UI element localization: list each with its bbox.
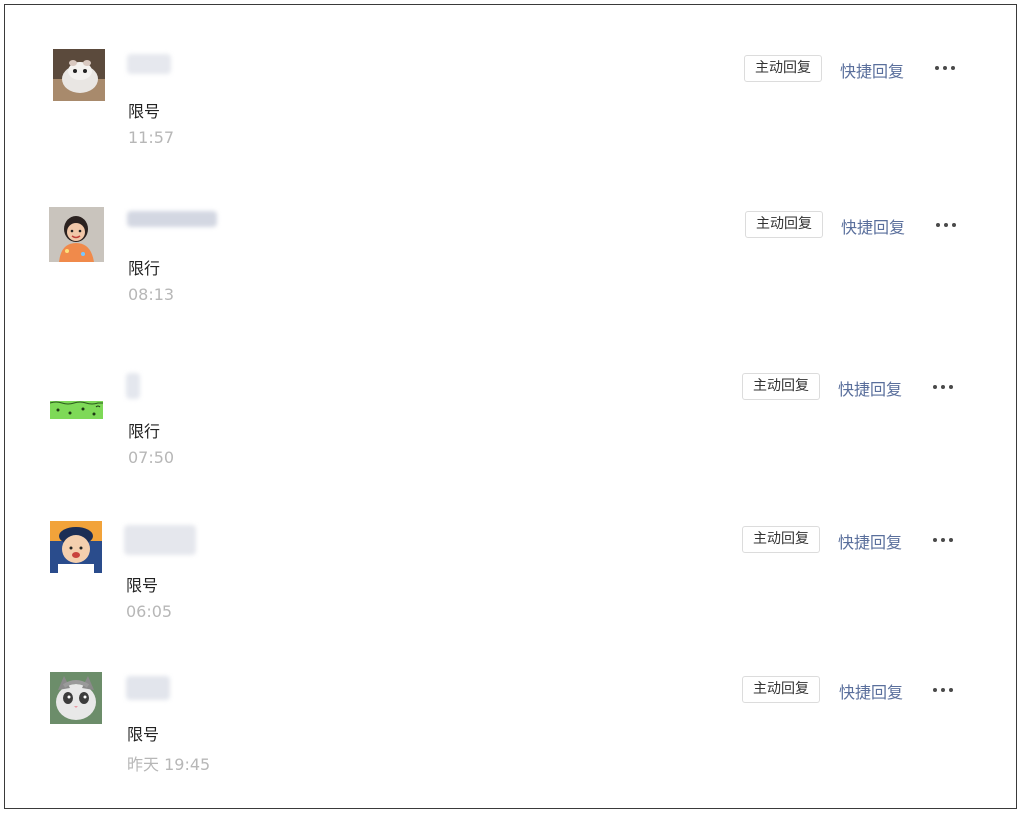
quick-reply-link[interactable]: 快捷回复 (838, 529, 902, 553)
conversation-row[interactable]: 限号 11:57 主动回复 快捷回复 (5, 45, 1018, 165)
contact-name-blurred (127, 211, 217, 227)
last-message: 限号 (126, 576, 159, 595)
message-time: 08:13 (128, 285, 175, 304)
more-dots-icon[interactable] (933, 63, 957, 73)
more-dots-icon[interactable] (931, 685, 955, 695)
cat-avatar-icon (50, 672, 102, 724)
more-dots-icon[interactable] (931, 535, 955, 545)
conversation-row[interactable]: 限行 08:13 主动回复 快捷回复 (5, 203, 1018, 323)
active-reply-button[interactable]: 主动回复 (744, 55, 822, 82)
quick-reply-link[interactable]: 快捷回复 (838, 376, 902, 400)
active-reply-button[interactable]: 主动回复 (742, 676, 820, 703)
conversation-row[interactable]: 限行 07:50 主动回复 快捷回复 (5, 363, 1018, 483)
message-time: 昨天 19:45 (127, 755, 211, 774)
hamster-avatar-icon (53, 49, 105, 101)
contact-name-blurred (124, 525, 196, 555)
contact-name-blurred (126, 373, 140, 399)
quick-reply-link[interactable]: 快捷回复 (841, 214, 905, 238)
contact-name-blurred (126, 676, 170, 700)
message-time: 06:05 (126, 602, 173, 621)
toddler-photo-avatar-icon (50, 521, 102, 573)
child-photo-avatar-icon (49, 207, 104, 262)
active-reply-button[interactable]: 主动回复 (742, 373, 820, 400)
quick-reply-link[interactable]: 快捷回复 (840, 58, 904, 82)
green-pattern-avatar-icon (50, 401, 103, 419)
conversation-row[interactable]: 限号 06:05 主动回复 快捷回复 (5, 517, 1018, 637)
conversation-list-panel: 限号 11:57 主动回复 快捷回复 限行 08:13 主动回复 快捷回复 限行… (4, 4, 1017, 809)
last-message: 限号 (128, 102, 161, 121)
quick-reply-link[interactable]: 快捷回复 (839, 679, 903, 703)
more-dots-icon[interactable] (931, 382, 955, 392)
message-time: 11:57 (128, 128, 175, 147)
last-message: 限号 (127, 725, 160, 744)
message-time: 07:50 (128, 448, 175, 467)
contact-name-blurred (127, 54, 171, 74)
last-message: 限行 (128, 422, 161, 441)
active-reply-button[interactable]: 主动回复 (742, 526, 820, 553)
last-message: 限行 (128, 259, 161, 278)
more-dots-icon[interactable] (934, 220, 958, 230)
conversation-row[interactable]: 限号 昨天 19:45 主动回复 快捷回复 (5, 667, 1018, 787)
active-reply-button[interactable]: 主动回复 (745, 211, 823, 238)
